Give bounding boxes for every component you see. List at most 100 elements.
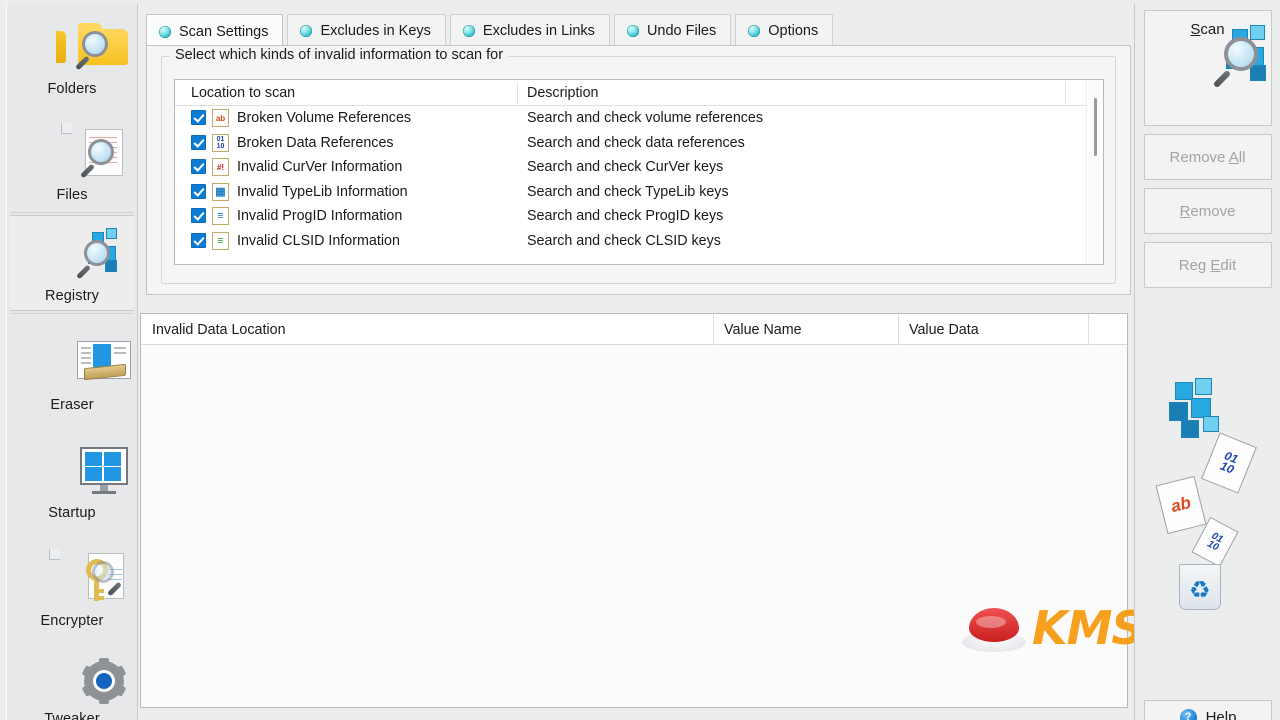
sidebar-item-label: Folders [47, 81, 97, 97]
help-button-label: Help [1205, 708, 1237, 720]
tab-label: Undo Files [646, 22, 717, 39]
teal-sphere-icon [159, 25, 171, 38]
row-description: Search and check data references [527, 134, 745, 151]
results-body[interactable] [141, 345, 1127, 707]
remove-all-button[interactable]: Remove All Remove All [1143, 134, 1272, 180]
sidebar-item-tweaker[interactable]: Tweaker [10, 648, 134, 720]
remove-button[interactable]: Remove Remove [1143, 188, 1272, 234]
left-sidebar: Folders Files Registry Eraser Startup En… [6, 4, 138, 720]
teal-sphere-icon [748, 24, 761, 37]
row-name: Broken Volume References [237, 110, 412, 127]
tab-scan-settings[interactable]: Scan Settings [146, 14, 284, 48]
column-divider[interactable] [517, 82, 518, 104]
row-description: Search and check volume references [527, 110, 764, 127]
key-document-icon [11, 549, 133, 611]
clsid-icon: ≡ [212, 231, 229, 250]
binary-data-icon: 01 10 [212, 133, 229, 152]
sidebar-item-registry[interactable]: Registry [10, 215, 134, 311]
sidebar-item-encrypter[interactable]: Encrypter [10, 540, 134, 636]
tab-undo-files[interactable]: Undo Files [613, 14, 732, 46]
tab-label: Excludes in Keys [320, 22, 431, 39]
typelib-icon: ▦ [212, 182, 229, 201]
column-header-value-name: Value Name [724, 322, 802, 338]
row-name: Invalid ProgID Information [237, 208, 403, 225]
list-item[interactable]: ▦ Invalid TypeLib Information Search and… [175, 180, 1103, 205]
column-divider[interactable] [1088, 314, 1089, 345]
sidebar-item-label: Tweaker [44, 711, 100, 720]
tab-bar: Scan Settings Excludes in Keys Excludes … [146, 14, 1131, 48]
row-checkbox[interactable] [191, 134, 206, 150]
column-header-description: Description [527, 85, 599, 101]
doc-binary-icon: 01 10 [1201, 432, 1257, 494]
list-item[interactable]: ab Broken Volume References Search and c… [175, 106, 1103, 131]
teal-sphere-icon [300, 24, 313, 37]
remove-all-label: Remove All [1169, 149, 1246, 166]
sidebar-item-folders[interactable]: Folders [10, 8, 134, 104]
sidebar-item-startup[interactable]: Startup [10, 432, 134, 528]
tab-excludes-in-keys[interactable]: Excludes in Keys [287, 14, 446, 46]
row-name: Invalid CurVer Information [237, 159, 403, 176]
list-item[interactable]: 01 10 Broken Data References Search and c… [175, 131, 1103, 156]
column-header-location: Location to scan [191, 85, 296, 101]
scrollbar-thumb[interactable] [1094, 98, 1097, 156]
row-name: Broken Data References [237, 134, 394, 151]
tab-options[interactable]: Options [735, 14, 834, 46]
eraser-icon [11, 333, 133, 395]
sidebar-item-label: Encrypter [40, 613, 104, 629]
question-mark-icon: ? [1179, 708, 1197, 720]
list-item[interactable]: #! Invalid CurVer Information Search and… [175, 155, 1103, 180]
reg-edit-label: Reg Edit [1178, 257, 1237, 274]
gear-icon [11, 657, 133, 709]
sidebar-divider [10, 212, 134, 213]
scan-settings-panel: Select which kinds of invalid informatio… [146, 45, 1131, 295]
sidebar-item-files[interactable]: Files [10, 114, 134, 210]
row-name: Invalid CLSID Information [237, 232, 400, 249]
remove-label: Remove [1179, 203, 1236, 220]
sidebar-item-label: Files [56, 187, 88, 203]
row-description: Search and check CurVer keys [527, 159, 724, 176]
column-divider[interactable] [713, 314, 714, 345]
column-divider[interactable] [1065, 82, 1066, 104]
sidebar-item-eraser[interactable]: Eraser [10, 324, 134, 420]
tab-excludes-in-links[interactable]: Excludes in Links [449, 14, 610, 46]
sidebar-item-label: Eraser [50, 397, 94, 413]
results-header: Invalid Data Location Value Name Value D… [141, 314, 1127, 345]
startup-monitor-icon [11, 441, 133, 503]
scan-button[interactable]: SScancan [1143, 10, 1272, 126]
file-search-icon [11, 123, 133, 185]
row-description: Search and check ProgID keys [527, 208, 724, 225]
ab-reference-icon: ab [212, 109, 229, 127]
teal-sphere-icon [462, 24, 475, 37]
help-button[interactable]: ? Help [1144, 700, 1272, 720]
reg-edit-button[interactable]: Reg Edit Reg Edit [1143, 242, 1272, 288]
column-header-value-data: Value Data [909, 322, 979, 338]
list-header: Location to scan Description [175, 80, 1103, 106]
row-description: Search and check CLSID keys [527, 232, 721, 249]
tab-label: Options [768, 22, 819, 39]
scan-locations-list[interactable]: Location to scan Description ab Broken V… [174, 79, 1104, 265]
curver-warning-icon: #! [212, 158, 229, 176]
teal-sphere-icon [626, 24, 639, 37]
tab-label: Excludes in Links [482, 22, 595, 39]
app-window: Folders Files Registry Eraser Startup En… [0, 0, 1280, 720]
row-checkbox[interactable] [191, 159, 206, 174]
row-checkbox[interactable] [191, 208, 206, 223]
row-name: Invalid TypeLib Information [237, 183, 408, 200]
list-item[interactable]: ≡ Invalid CLSID Information Search and c… [175, 229, 1103, 254]
registry-search-icon [11, 224, 133, 286]
doc-ab-icon: ab [1155, 475, 1207, 535]
row-checkbox[interactable] [191, 183, 206, 199]
sidebar-divider [10, 313, 134, 314]
list-scrollbar[interactable] [1086, 80, 1103, 264]
scan-kinds-groupbox: Select which kinds of invalid informatio… [161, 47, 1116, 284]
column-header-invalid-data-location: Invalid Data Location [152, 322, 286, 338]
list-item[interactable]: ≡ Invalid ProgID Information Search and … [175, 204, 1103, 229]
row-checkbox[interactable] [191, 232, 206, 248]
row-checkbox[interactable] [191, 110, 206, 125]
progid-icon: ≡ [212, 207, 229, 225]
folder-search-icon [11, 17, 133, 79]
sidebar-item-label: Startup [48, 505, 96, 521]
column-divider[interactable] [898, 314, 899, 345]
results-list[interactable]: Invalid Data Location Value Name Value D… [140, 313, 1128, 708]
tab-label: Scan Settings [179, 23, 269, 40]
